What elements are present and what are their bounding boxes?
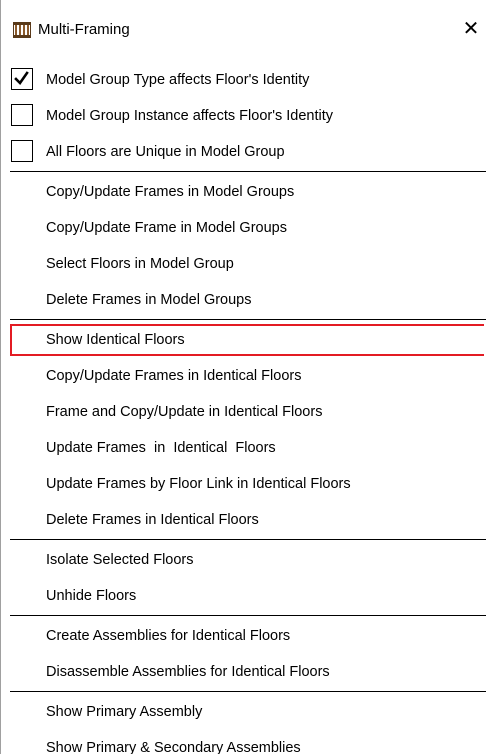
checkbox-row-model-group-type[interactable]: Model Group Type affects Floor's Identit… — [0, 62, 486, 98]
menu-item-isolate-selected-floors[interactable]: Isolate Selected Floors — [0, 542, 486, 578]
menu-separator — [10, 319, 486, 320]
menu-item-unhide-floors[interactable]: Unhide Floors — [0, 578, 486, 614]
menu-item-show-primary-assembly[interactable]: Show Primary Assembly — [0, 694, 486, 730]
menu-item-label: Disassemble Assemblies for Identical Flo… — [46, 664, 330, 680]
menu-item-label: Show Primary & Secondary Assemblies — [46, 740, 301, 754]
checkbox-all-floors-unique[interactable] — [11, 140, 33, 162]
menu-item-delete-frames-identical-floors[interactable]: Delete Frames in Identical Floors — [0, 502, 486, 538]
menu-item-label: Delete Frames in Model Groups — [46, 292, 252, 308]
menu-separator — [10, 615, 486, 616]
checkbox-row-all-floors-unique[interactable]: All Floors are Unique in Model Group — [0, 134, 486, 170]
menu-separator — [10, 539, 486, 540]
checkbox-label: All Floors are Unique in Model Group — [46, 144, 285, 160]
menu-item-update-frames-identical-floors[interactable]: Update Frames in Identical Floors — [0, 430, 486, 466]
checkbox-label: Model Group Instance affects Floor's Ide… — [46, 108, 334, 124]
title-bar: Multi-Framing ✕ — [0, 0, 486, 62]
menu-item-label: Copy/Update Frames in Identical Floors — [46, 368, 302, 384]
menu-item-label: Update Frames in Identical Floors — [46, 440, 276, 456]
checkbox-row-model-group-instance[interactable]: Model Group Instance affects Floor's Ide… — [0, 98, 486, 134]
menu-item-label: Copy/Update Frames in Model Groups — [46, 184, 295, 200]
menu-item-copy-update-frames-identical-floors[interactable]: Copy/Update Frames in Identical Floors — [0, 358, 486, 394]
menu-item-label: Copy/Update Frame in Model Groups — [46, 220, 287, 236]
multi-framing-panel: Multi-Framing ✕ Model Group Type affects… — [0, 0, 486, 754]
checkbox-label: Model Group Type affects Floor's Identit… — [46, 72, 310, 88]
menu-item-label: Frame and Copy/Update in Identical Floor… — [46, 404, 323, 420]
menu-item-disassemble-assemblies[interactable]: Disassemble Assemblies for Identical Flo… — [0, 654, 486, 690]
checkmark-icon — [14, 71, 29, 86]
menu-item-create-assemblies[interactable]: Create Assemblies for Identical Floors — [0, 618, 486, 654]
menu-item-label: Isolate Selected Floors — [46, 552, 194, 568]
checkbox-model-group-instance[interactable] — [11, 104, 33, 126]
menu-item-show-primary-secondary-assemblies[interactable]: Show Primary & Secondary Assemblies — [0, 730, 486, 754]
menu-item-copy-update-frame-model-groups[interactable]: Copy/Update Frame in Model Groups — [0, 210, 486, 246]
menu-separator — [10, 691, 486, 692]
menu-item-update-frames-by-floor-link[interactable]: Update Frames by Floor Link in Identical… — [0, 466, 486, 502]
menu-item-label: Select Floors in Model Group — [46, 256, 234, 272]
menu-item-label: Create Assemblies for Identical Floors — [46, 628, 291, 644]
menu-item-label: Unhide Floors — [46, 588, 137, 604]
menu-item-show-identical-floors[interactable]: Show Identical Floors — [0, 322, 486, 358]
multi-framing-icon — [13, 22, 31, 38]
checkbox-model-group-type[interactable] — [11, 68, 33, 90]
menu-item-frame-and-copy-update[interactable]: Frame and Copy/Update in Identical Floor… — [0, 394, 486, 430]
menu-item-label: Delete Frames in Identical Floors — [46, 512, 259, 528]
menu: Model Group Type affects Floor's Identit… — [0, 62, 486, 754]
menu-separator — [10, 171, 486, 172]
panel-title: Multi-Framing — [38, 21, 130, 38]
menu-item-label: Show Identical Floors — [46, 332, 185, 348]
menu-item-label: Update Frames by Floor Link in Identical… — [46, 476, 351, 492]
menu-item-copy-update-frames-model-groups[interactable]: Copy/Update Frames in Model Groups — [0, 174, 486, 210]
menu-item-delete-frames-model-groups[interactable]: Delete Frames in Model Groups — [0, 282, 486, 318]
menu-item-label: Show Primary Assembly — [46, 704, 203, 720]
close-icon[interactable]: ✕ — [462, 19, 480, 39]
menu-item-select-floors-model-group[interactable]: Select Floors in Model Group — [0, 246, 486, 282]
